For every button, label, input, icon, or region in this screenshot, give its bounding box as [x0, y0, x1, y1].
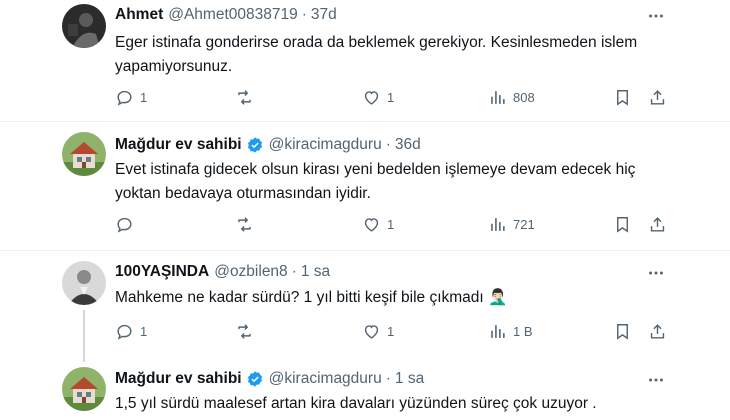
like-button[interactable]: 1	[362, 86, 394, 108]
like-button[interactable]: 1	[362, 320, 394, 342]
like-count: 1	[387, 323, 395, 339]
avatar[interactable]	[62, 132, 106, 176]
tweet-actions: 1 1 1 B	[115, 320, 675, 342]
avatar[interactable]	[62, 367, 106, 411]
retweet-button[interactable]	[235, 86, 260, 108]
tweet-text: Evet istinafa gidecek olsun kirası yeni …	[115, 161, 636, 202]
bookmark-button[interactable]	[613, 320, 632, 342]
author-name[interactable]: Ahmet	[115, 6, 163, 24]
like-button[interactable]: 1	[362, 213, 394, 235]
author-name[interactable]: Mağdur ev sahibi	[115, 136, 242, 154]
reply-icon	[117, 324, 132, 340]
author-handle[interactable]: @kiracimagduru	[269, 136, 382, 154]
tweet-actions: 1 1 808	[115, 86, 675, 108]
tweet-kiracimagduru-2[interactable]: Mağdur ev sahibi @kiracimagduru · 1 sa 1…	[0, 361, 730, 420]
tweet-time[interactable]: 36d	[395, 136, 421, 154]
avatar[interactable]	[62, 4, 106, 48]
retweet-icon	[238, 323, 251, 339]
like-icon	[364, 217, 379, 232]
separator-dot: ·	[291, 263, 297, 280]
tweet-header: Mağdur ev sahibi @kiracimagduru · 36d	[115, 134, 421, 156]
bookmark-button[interactable]	[613, 213, 632, 235]
bookmark-icon	[617, 323, 628, 340]
tweet-time[interactable]: 37d	[311, 6, 337, 24]
separator-dot: ·	[385, 136, 391, 153]
share-button[interactable]	[648, 320, 667, 342]
tweet-header: 100YAŞINDA @ozbilen8 · 1 sa	[115, 261, 330, 283]
avatar[interactable]	[62, 261, 106, 305]
views-button[interactable]: 1 B	[488, 320, 533, 342]
views-count: 808	[513, 89, 535, 105]
share-button[interactable]	[648, 86, 667, 108]
like-count: 1	[387, 216, 395, 232]
reply-icon	[117, 217, 132, 233]
views-icon	[491, 324, 505, 338]
views-count: 721	[513, 216, 535, 232]
share-icon	[650, 216, 665, 232]
bookmark-icon	[617, 216, 628, 233]
retweet-button[interactable]	[235, 320, 260, 342]
verified-badge-icon	[247, 371, 262, 387]
tweet-text: Eger istinafa gonderirse orada da beklem…	[115, 34, 638, 75]
retweet-icon	[238, 89, 251, 105]
tweet-time[interactable]: 1 sa	[395, 370, 424, 388]
views-button[interactable]: 721	[488, 213, 535, 235]
tweet-header: Mağdur ev sahibi @kiracimagduru · 1 sa	[115, 368, 424, 390]
more-icon[interactable]	[645, 262, 667, 284]
author-handle[interactable]: @ozbilen8	[214, 263, 287, 281]
reply-button[interactable]: 1	[115, 320, 147, 342]
separator-dot: ·	[301, 6, 307, 23]
reply-count: 1	[140, 89, 148, 105]
views-button[interactable]: 808	[488, 86, 535, 108]
tweet-kiracimagduru-1[interactable]: Mağdur ev sahibi @kiracimagduru · 36d Ev…	[0, 122, 730, 250]
reply-icon	[117, 90, 132, 106]
tweet-actions: 1 721	[115, 213, 675, 235]
tweet-text: 1,5 yıl sürdü maalesef artan kira davala…	[115, 395, 597, 412]
more-icon[interactable]	[645, 369, 667, 391]
like-icon	[364, 90, 379, 105]
verified-badge-icon	[247, 137, 262, 153]
more-icon[interactable]	[645, 5, 667, 27]
share-icon	[650, 89, 665, 105]
views-count: 1 B	[513, 323, 533, 339]
bookmark-icon	[617, 89, 628, 106]
separator-dot: ·	[385, 370, 391, 387]
reply-count: 1	[140, 323, 148, 339]
tweet-ozbilen8[interactable]: 100YAŞINDA @ozbilen8 · 1 sa Mahkeme ne k…	[0, 251, 730, 361]
views-icon	[491, 217, 505, 231]
retweet-icon	[238, 216, 251, 232]
share-icon	[650, 323, 665, 339]
like-icon	[364, 324, 379, 339]
author-name[interactable]: Mağdur ev sahibi	[115, 370, 242, 388]
tweet-time[interactable]: 1 sa	[301, 263, 330, 281]
retweet-button[interactable]	[235, 213, 260, 235]
tweet-header: Ahmet @Ahmet00838719 · 37d	[115, 4, 337, 26]
reply-button[interactable]	[115, 213, 140, 235]
share-button[interactable]	[648, 213, 667, 235]
bookmark-button[interactable]	[613, 86, 632, 108]
author-name[interactable]: 100YAŞINDA	[115, 263, 209, 281]
views-icon	[491, 90, 505, 104]
like-count: 1	[387, 89, 395, 105]
tweet-text: Mahkeme ne kadar sürdü? 1 yıl bitti keşi…	[115, 289, 508, 306]
author-handle[interactable]: @Ahmet00838719	[168, 6, 298, 24]
reply-button[interactable]: 1	[115, 86, 147, 108]
author-handle[interactable]: @kiracimagduru	[269, 370, 382, 388]
tweet-ahmet[interactable]: Ahmet @Ahmet00838719 · 37d Eger istinafa…	[0, 0, 730, 122]
